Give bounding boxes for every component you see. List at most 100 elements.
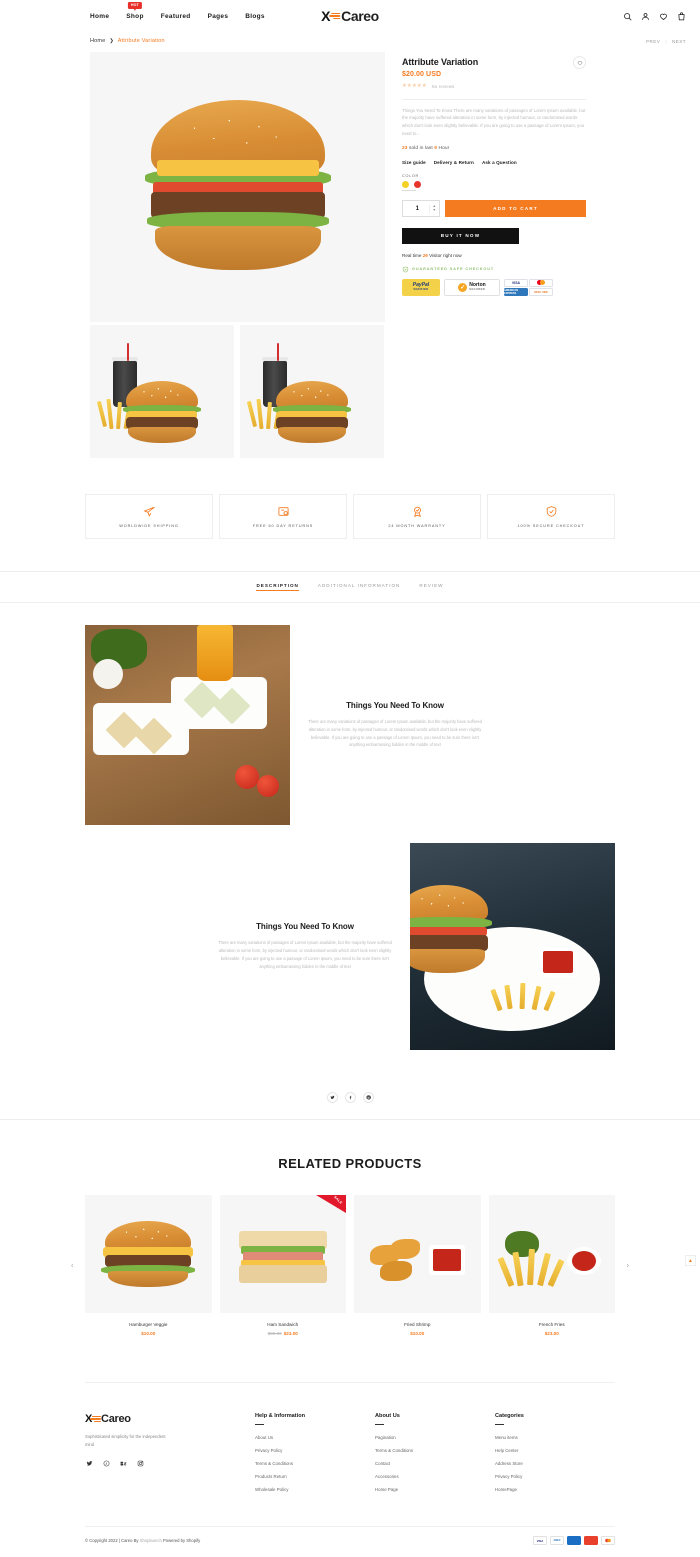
share-bar — [0, 1074, 700, 1120]
related-products-grid: ‹ › Hamburger Veggie $10.00 SALE Ham San… — [71, 1195, 629, 1336]
size-guide-link[interactable]: Size guide — [402, 160, 426, 165]
twitter-icon — [329, 1095, 335, 1100]
color-swatch-yellow[interactable] — [402, 181, 409, 189]
product-short-description: Things You Need To Know There are many v… — [402, 107, 586, 137]
page-title: Attribute Variation — [402, 57, 479, 67]
footer-link[interactable]: Privacy Policy — [255, 1448, 375, 1453]
cart-icon[interactable] — [677, 11, 686, 21]
nav-item-featured[interactable]: Featured — [161, 13, 191, 20]
color-swatch-red[interactable] — [414, 181, 421, 189]
divider — [495, 1424, 504, 1425]
mastercard-badge — [529, 278, 553, 287]
related-product-name[interactable]: Ham Sandwich — [220, 1322, 347, 1327]
sold-suffix: Hour — [438, 146, 450, 152]
related-product-name[interactable]: Fried Shrimp — [354, 1322, 481, 1327]
ask-question-link[interactable]: Ask a Question — [482, 160, 517, 165]
account-icon[interactable] — [641, 12, 650, 21]
description-title: Things You Need To Know — [346, 700, 444, 710]
footer-column-heading: About Us — [375, 1413, 400, 1419]
site-logo[interactable]: X Careo — [321, 8, 379, 24]
footer-link[interactable]: Products Return — [255, 1474, 375, 1479]
description-title: Things You Need To Know — [256, 922, 354, 932]
share-twitter-button[interactable] — [326, 1092, 338, 1103]
footer-logo[interactable]: X Careo — [85, 1413, 255, 1425]
delivery-return-link[interactable]: Delivery & Return — [434, 160, 474, 165]
visitor-counter: Real time 29 Visitor right now — [402, 253, 586, 258]
share-pinterest-button[interactable] — [362, 1092, 374, 1103]
quantity-decrease-icon[interactable]: ▼ — [433, 209, 436, 213]
nav-item-home[interactable]: Home — [90, 13, 109, 20]
prev-product-link[interactable]: PREV — [646, 39, 660, 44]
footer-link[interactable]: Terms & Conditions — [255, 1461, 375, 1466]
amex-badge: AMERICAN EXPRESS — [504, 287, 528, 296]
add-to-wishlist-button[interactable] — [573, 56, 586, 69]
nav-label: Blogs — [245, 12, 265, 20]
footer-link[interactable]: HomePage — [495, 1487, 615, 1492]
related-product-name[interactable]: Hamburger Veggie — [85, 1322, 212, 1327]
quesadilla-photo — [85, 625, 290, 825]
footer-column-categories: Categories Menu items Help Center Addres… — [495, 1413, 615, 1500]
description-text: Things You Need To Know There are many v… — [200, 922, 410, 971]
logo-swoosh-icon — [329, 12, 341, 21]
nav-item-shop[interactable]: HOT Shop — [126, 1, 143, 20]
add-to-cart-button[interactable]: ADD TO CART — [445, 200, 586, 218]
pagination-divider: | — [665, 38, 667, 44]
related-product-image[interactable] — [354, 1195, 481, 1313]
share-facebook-button[interactable] — [344, 1092, 356, 1103]
quantity-arrows: ▲ ▼ — [428, 204, 436, 213]
twitter-icon[interactable] — [85, 1460, 93, 1468]
tab-review[interactable]: REVIEW — [419, 583, 443, 591]
footer-link[interactable]: Pagination — [375, 1435, 495, 1440]
tab-additional-information[interactable]: ADDITIONAL INFORMATION — [318, 583, 401, 591]
footer-link[interactable]: Home Page — [375, 1487, 495, 1492]
related-product-image[interactable] — [488, 1195, 615, 1313]
visitor-count: 29 — [422, 252, 428, 258]
buy-it-now-button[interactable]: BUY IT NOW — [402, 227, 519, 244]
footer-brand: X Careo Sophisticated simplicity for the… — [85, 1413, 255, 1500]
footer-link[interactable]: Menu items — [495, 1435, 615, 1440]
product-main-image[interactable] — [90, 52, 385, 322]
search-icon[interactable] — [623, 12, 632, 21]
footer-link[interactable]: Help Center — [495, 1448, 615, 1453]
nav-item-pages[interactable]: Pages — [208, 13, 229, 20]
footer-link[interactable]: Terms & Conditions — [375, 1448, 495, 1453]
quantity-stepper[interactable]: 1 ▲ ▼ — [402, 200, 440, 218]
star-rating-icons: ★★★★★ — [402, 83, 427, 89]
product-thumbnail[interactable] — [90, 325, 234, 458]
footer-link[interactable]: About Us — [255, 1435, 375, 1440]
next-product-link[interactable]: NEXT — [672, 39, 686, 44]
pinterest-icon[interactable] — [102, 1460, 110, 1468]
behance-icon[interactable] — [119, 1460, 127, 1468]
footer-link[interactable]: Wholesale Policy — [255, 1487, 375, 1492]
tab-description[interactable]: DESCRIPTION — [256, 583, 299, 591]
nav-label: Home — [90, 12, 110, 20]
feature-strip: WORLDWIDE SHIPPING FREE 60 DAY RETURNS 2… — [85, 458, 615, 539]
carousel-next-arrow[interactable]: › — [627, 1262, 629, 1269]
instagram-icon[interactable] — [136, 1460, 144, 1468]
related-product-price: $23.00 — [544, 1331, 559, 1336]
footer-link[interactable]: Accessories — [375, 1474, 495, 1479]
footer-column-heading: Categories — [495, 1413, 524, 1419]
check-icon: ✓ — [458, 282, 468, 292]
card-icon — [601, 1536, 615, 1545]
product-thumbnail[interactable] — [240, 325, 384, 458]
footer-link[interactable]: Address Store — [495, 1461, 615, 1466]
related-product-name[interactable]: French Fries — [489, 1322, 616, 1327]
related-product-price: $10.00 — [141, 1331, 156, 1336]
scroll-to-top-button[interactable]: ▲ — [685, 1255, 696, 1266]
breadcrumb-home[interactable]: Home — [90, 38, 105, 44]
visa-badge: VISA — [504, 278, 528, 287]
related-product-image[interactable] — [85, 1195, 212, 1313]
description-body: There are many variations of passages of… — [218, 940, 392, 969]
nav-item-blogs[interactable]: Blogs — [245, 13, 265, 20]
carousel-prev-arrow[interactable]: ‹ — [71, 1262, 73, 1269]
footer-link[interactable]: Privacy Policy — [495, 1474, 615, 1479]
paypal-verified-label: VERIFIED — [413, 287, 429, 291]
footer-link[interactable]: Contact — [375, 1461, 495, 1466]
footer-column-about: About Us Pagination Terms & Conditions C… — [375, 1413, 495, 1500]
quantity-value[interactable]: 1 — [406, 206, 429, 212]
related-product-image[interactable]: SALE — [219, 1195, 346, 1313]
copyright-link[interactable]: Shoplaunch — [140, 1538, 162, 1543]
return-box-icon — [277, 507, 289, 516]
wishlist-icon[interactable] — [659, 12, 668, 21]
